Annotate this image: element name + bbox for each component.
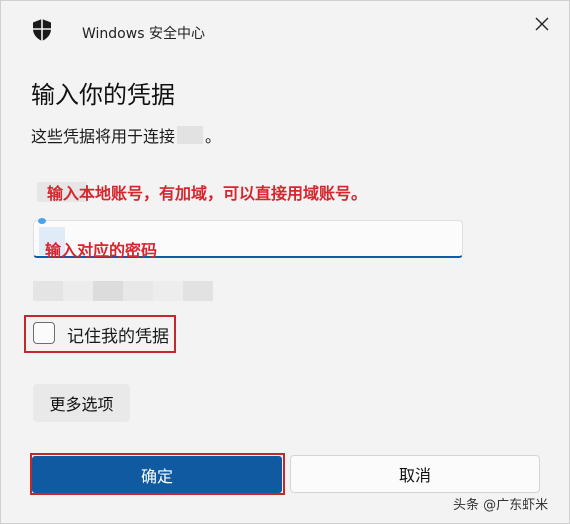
annotation-username-note: 输入本地账号，有加域，可以直接用域账号。 [47,184,368,203]
subtitle-text: 这些凭据将用于连接 [31,127,176,146]
watermark: 头条 @广东虾米 [453,498,549,513]
cursor-handle [38,218,46,224]
redacted-host [177,126,204,144]
redacted-domain-text [33,281,213,301]
annotation-password-note: 输入对应的密码 [45,241,158,260]
subtitle: 这些凭据将用于连接 。 [31,123,221,147]
close-icon [535,17,549,31]
cancel-button[interactable]: 取消 [290,455,540,493]
subtitle-end: 。 [205,127,222,146]
shield-icon [33,19,51,41]
close-button[interactable] [521,9,563,39]
title-bar: Windows 安全中心 [1,1,569,57]
annotation-highlight-ok [30,453,285,495]
remember-checkbox[interactable] [33,322,55,344]
more-options-button[interactable]: 更多选项 [33,384,130,422]
remember-label[interactable]: 记住我的凭据 [67,322,169,347]
window-title: Windows 安全中心 [82,26,205,42]
page-title: 输入你的凭据 [31,81,175,109]
credential-dialog: Windows 安全中心 输入你的凭据 这些凭据将用于连接 。 输入本地账号，有… [0,0,570,524]
